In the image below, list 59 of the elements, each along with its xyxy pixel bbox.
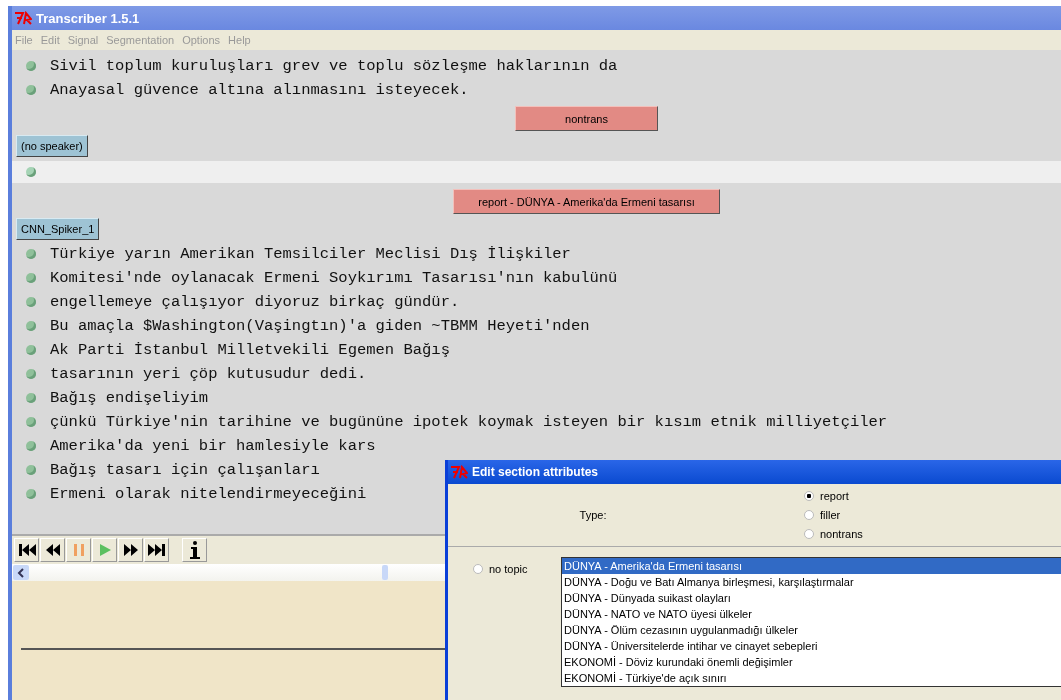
topic-item[interactable]: DÜNYA - Doğu ve Batı Almanya birleşmesi, karşılaştırmalar [562,574,1061,590]
segment-dot-icon[interactable] [26,61,36,71]
segment-dot-icon[interactable] [26,297,36,307]
section-button[interactable]: nontrans [515,106,658,131]
transcript-line: Ermeni olarak nitelendirmeyeceğini [50,485,367,503]
topic-item[interactable]: EKONOMİ - Türkiye'de açık sınırı [562,670,1061,686]
dialog-title: Edit section attributes [472,465,599,479]
topic-item[interactable]: DÜNYA - Üniversitelerde intihar ve cinayet sebepleri [562,638,1061,654]
radio-label[interactable]: report [820,490,849,502]
segment-dot-icon[interactable] [26,417,36,427]
transcript-line: engellemeye çalışıyor diyoruz birkaç gündür. [50,293,460,311]
skip-start-icon[interactable] [14,538,39,562]
window-title: Transcriber 1.5.1 [36,10,140,26]
skip-end-icon[interactable] [144,538,169,562]
segment-dot-icon[interactable] [26,85,36,95]
info-icon[interactable] [182,538,207,562]
segment-dot-icon[interactable] [26,369,36,379]
type-label: Type: [578,509,608,521]
topic-item[interactable]: DÜNYA - Ölüm cezasının uygulanmadığı ülkeler [562,622,1061,638]
transcript-line: Ak Parti İstanbul Milletvekili Egemen Bağış [50,341,450,359]
app-logo-icon [450,465,468,479]
radio-label[interactable]: filler [820,509,841,521]
transcript-line: Bağış endişeliyim [50,389,209,407]
section-button[interactable]: report - DÜNYA - Amerika'da Ermeni tasarısı [453,189,720,214]
segment-dot-icon[interactable] [26,345,36,355]
topic-item[interactable]: DÜNYA - Amerika'da Ermeni tasarısı [562,558,1061,574]
transcript-line: Anayasal güvence altına alınmasını isteyecek. [50,81,469,99]
radio-button[interactable] [473,564,483,574]
speaker-button[interactable]: (no speaker) [16,135,88,157]
transcript-line: Bağış tasarı için çalışanları [50,461,320,479]
segment-dot-icon[interactable] [26,489,36,499]
speaker-button[interactable]: CNN_Spiker_1 [16,218,100,240]
scroll-thumb[interactable] [382,565,388,580]
topic-item[interactable]: EKONOMİ - Döviz kurundaki önemli değişimler [562,654,1061,670]
segment-dot-icon[interactable] [26,393,36,403]
fast-forward-icon[interactable] [118,538,143,562]
transcript-line: Amerika'da yeni bir hamlesiyle kars [50,437,376,455]
radio-button[interactable] [804,491,814,501]
transcript-line: çünkü Türkiye'nin tarihine ve bugününe ipotek koymak isteyen bir kısım etnik milliyetçiler [50,413,888,431]
transcript-line: tasarının yeri çöp kutusudur dedi. [50,365,367,383]
segment-dot-icon[interactable] [26,249,36,259]
app-logo-icon [14,11,32,25]
transcript-line: Bu amaçla $Washington(Vaşingtın)'a giden ~TBMM Heyeti'nden [50,317,590,335]
transcript-line: Türkiye yarın Amerikan Temsilciler Meclisi Dış İlişkiler [50,245,571,263]
radio-button[interactable] [804,529,814,539]
radio-label[interactable]: no topic [489,563,528,575]
segment-dot-icon[interactable] [26,465,36,475]
scroll-left-icon[interactable] [13,565,29,580]
rewind-icon[interactable] [40,538,65,562]
transcript-line: Komitesi'nde oylanacak Ermeni Soykırımı Tasarısı'nın kabulünü [50,269,618,287]
radio-label[interactable]: nontrans [820,528,863,540]
transcript-line: Sivil toplum kuruluşları grev ve toplu sözleşme haklarının da [50,57,618,75]
segment-dot-icon[interactable] [26,273,36,283]
segment-dot-icon[interactable] [26,441,36,451]
segment-dot-icon[interactable] [26,321,36,331]
segment-dot-icon[interactable] [26,167,36,177]
topic-item[interactable]: DÜNYA - Dünyada suikast olayları [562,590,1061,606]
radio-button[interactable] [804,510,814,520]
topic-item[interactable]: DÜNYA - NATO ve NATO üyesi ülkeler [562,606,1061,622]
